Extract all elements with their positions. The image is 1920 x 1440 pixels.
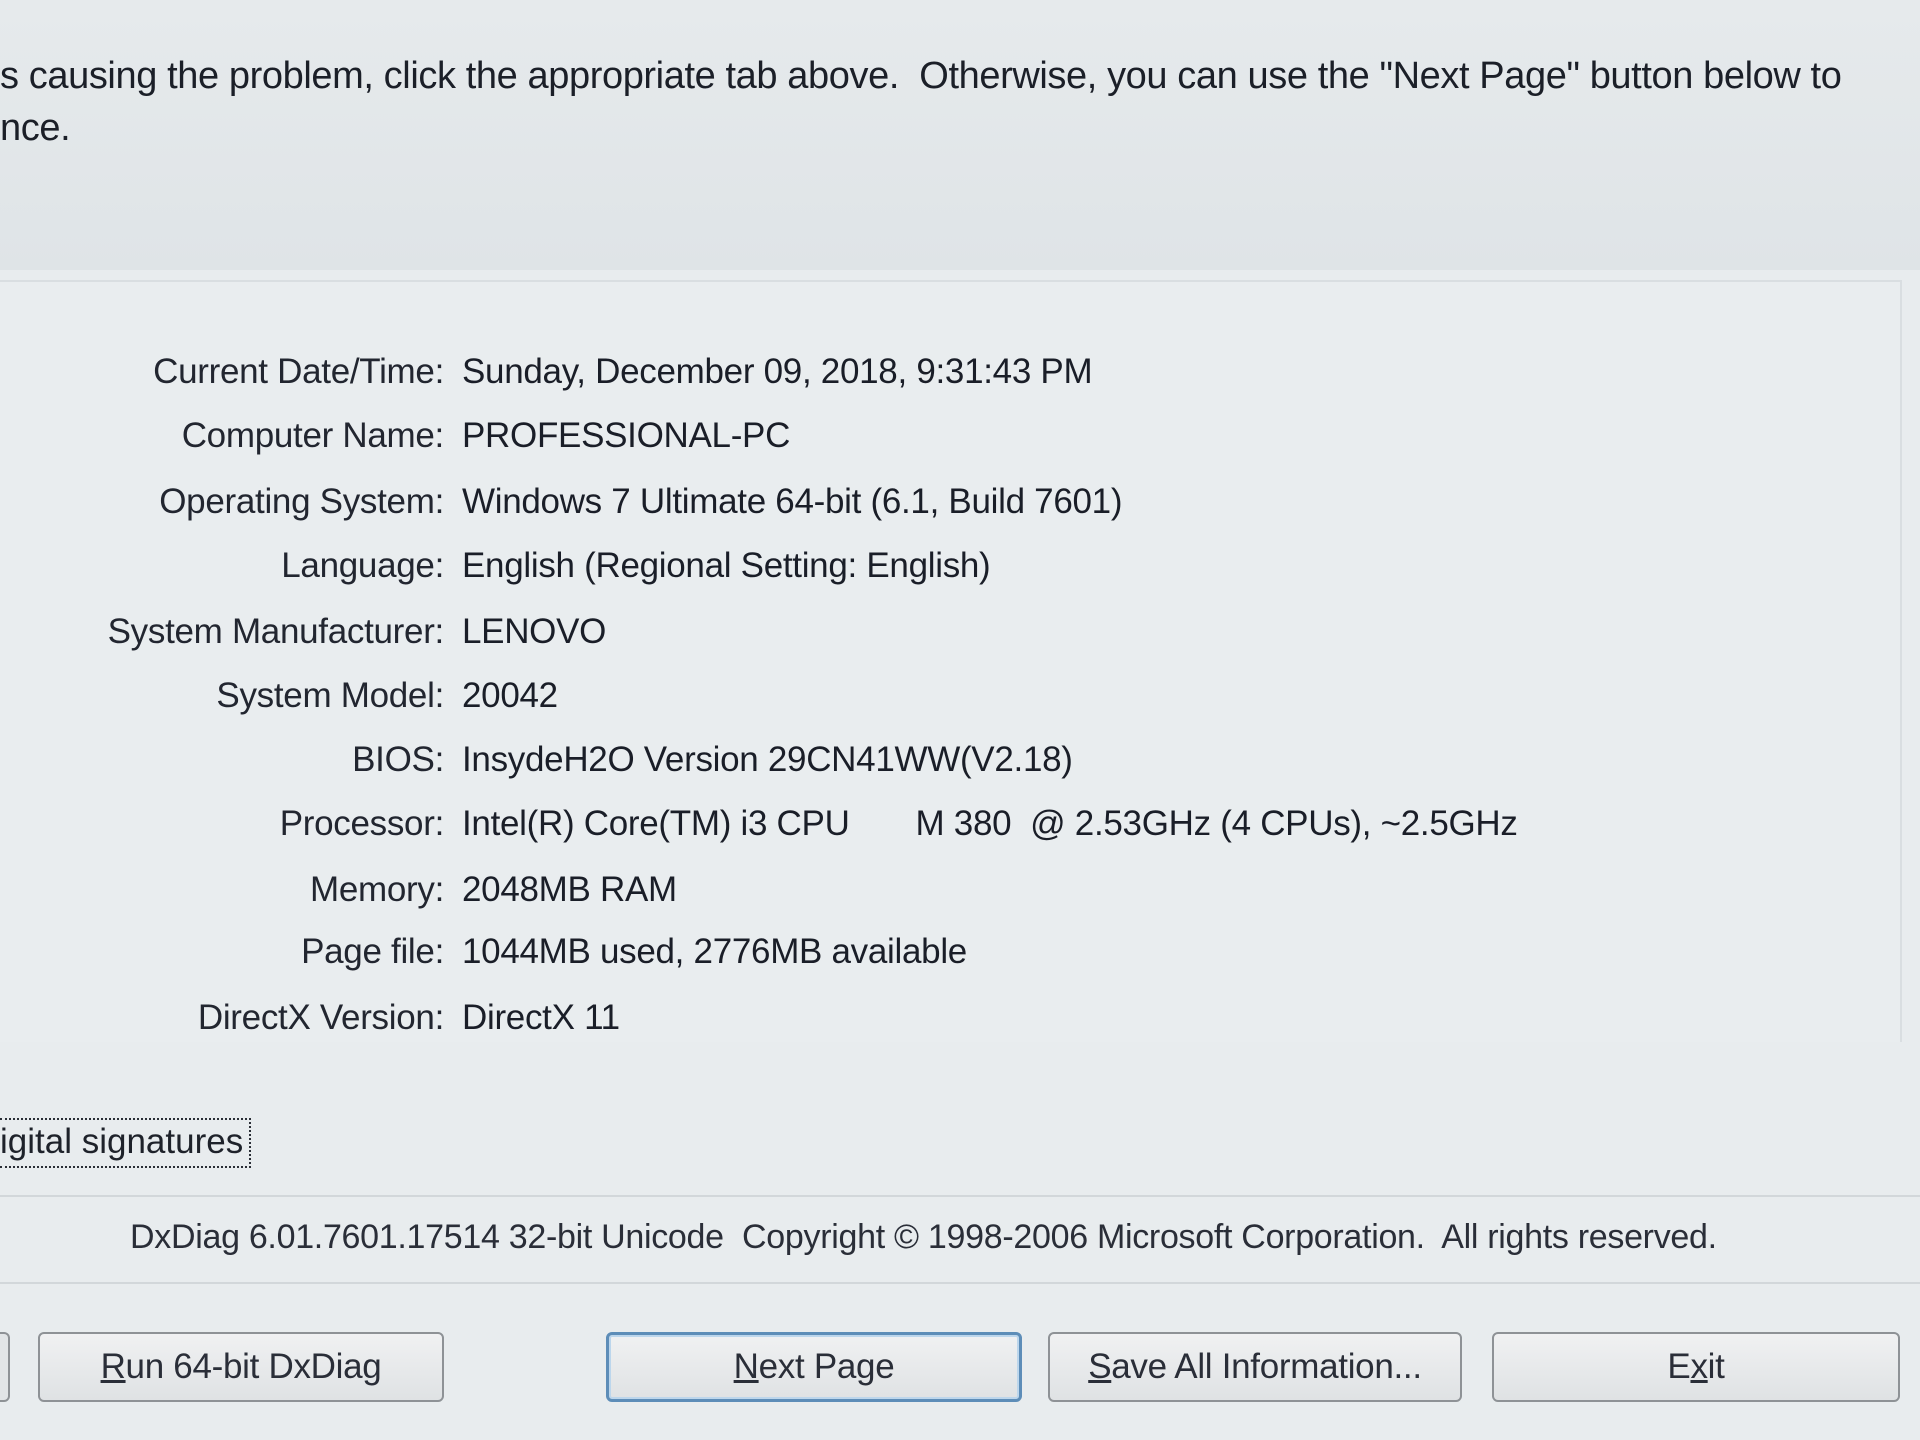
info-value: 2048MB RAM <box>462 870 677 909</box>
button-label: un 64-bit DxDiag <box>125 1347 382 1386</box>
info-value: 20042 <box>462 676 558 715</box>
button-label: E <box>1667 1347 1691 1386</box>
info-row-manufacturer: System Manufacturer: LENOVO <box>0 604 607 660</box>
info-label: Computer Name: <box>181 416 445 455</box>
info-row-system-model: System Model: 20042 <box>0 668 558 724</box>
accelerator-key: R <box>100 1347 126 1386</box>
info-value: Intel(R) Core(TM) i3 CPU M 380 @ 2.53GHz… <box>462 804 1518 843</box>
info-value: English (Regional Setting: English) <box>462 546 991 585</box>
info-value: PROFESSIONAL-PC <box>462 416 791 455</box>
divider <box>0 1282 1920 1284</box>
copyright-text: DxDiag 6.01.7601.17514 32-bit Unicode Co… <box>130 1218 1717 1256</box>
info-value: DirectX 11 <box>462 998 620 1037</box>
info-label: Language: <box>281 546 444 585</box>
info-row-memory: Memory: 2048MB RAM <box>0 862 677 918</box>
accelerator-key: x <box>1690 1347 1708 1386</box>
exit-button[interactable]: Ex it <box>1492 1332 1900 1402</box>
next-page-button[interactable]: Next Page <box>606 1332 1022 1402</box>
info-row-bios: BIOS: InsydeH2O Version 29CN41WW(V2.18) <box>0 732 1073 788</box>
help-button[interactable] <box>0 1332 10 1402</box>
accelerator-key: S <box>1088 1347 1112 1386</box>
system-information-panel: Current Date/Time: Sunday, December 09, … <box>0 280 1902 1042</box>
info-label: Processor: <box>279 804 445 843</box>
divider <box>0 1195 1920 1197</box>
info-row-page-file: Page file: 1044MB used, 2776MB available <box>0 924 967 980</box>
button-label: ave All Information... <box>1111 1347 1422 1386</box>
info-row-processor: Processor: Intel(R) Core(TM) i3 CPU M 38… <box>0 796 1518 852</box>
info-label: Memory: <box>309 870 444 909</box>
run-64-bit-dxdiag-button[interactable]: Run 64-bit DxDiag <box>38 1332 444 1402</box>
info-row-directx-version: DirectX Version: DirectX 11 <box>0 990 620 1046</box>
info-label: BIOS: <box>352 740 444 779</box>
info-label: DirectX Version: <box>197 998 444 1037</box>
intro-text: s causing the problem, click the appropr… <box>0 50 1850 154</box>
intro-line-1: s causing the problem, click the appropr… <box>0 55 1842 97</box>
info-label: Page file: <box>301 932 444 971</box>
info-row-operating-system: Operating System: Windows 7 Ultimate 64-… <box>0 474 1122 530</box>
info-value: Sunday, December 09, 2018, 9:31:43 PM <box>462 352 1093 391</box>
check-digital-signatures-checkbox[interactable]: igital signatures <box>0 1118 252 1168</box>
info-label: Operating System: <box>159 482 444 521</box>
info-row-date-time: Current Date/Time: Sunday, December 09, … <box>0 344 1093 400</box>
info-value: 1044MB used, 2776MB available <box>462 932 967 971</box>
info-row-language: Language: English (Regional Setting: Eng… <box>0 538 990 594</box>
info-value: LENOVO <box>462 612 607 651</box>
info-value: InsydeH2O Version 29CN41WW(V2.18) <box>462 740 1073 779</box>
accelerator-key: N <box>733 1347 759 1386</box>
info-label: System Model: <box>216 676 444 715</box>
info-label: System Manufacturer: <box>107 612 445 651</box>
intro-panel: s causing the problem, click the appropr… <box>0 0 1920 270</box>
button-label: it <box>1707 1347 1725 1386</box>
info-row-computer-name: Computer Name: PROFESSIONAL-PC <box>0 408 791 464</box>
save-all-information-button[interactable]: Save All Information... <box>1048 1332 1462 1402</box>
info-label: Current Date/Time: <box>153 352 444 391</box>
info-value: Windows 7 Ultimate 64-bit (6.1, Build 76… <box>462 482 1123 521</box>
intro-line-2: nce. <box>0 107 71 149</box>
button-label: ext Page <box>758 1347 895 1386</box>
